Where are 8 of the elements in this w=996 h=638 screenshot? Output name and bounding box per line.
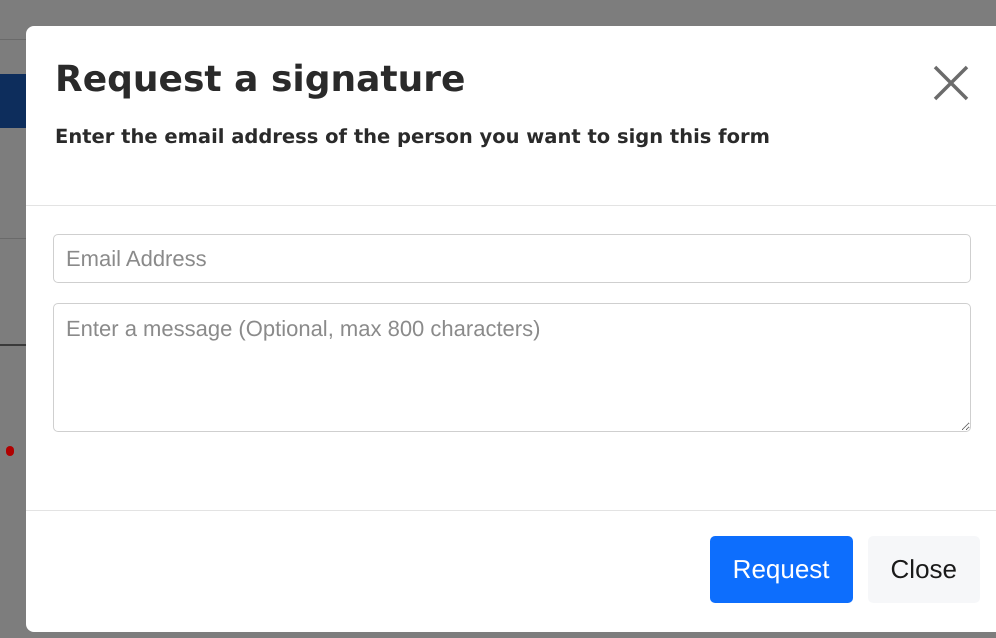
marker-icon xyxy=(6,446,14,456)
dialog-title: Request a signature xyxy=(55,58,466,102)
request-button[interactable]: Request xyxy=(710,536,853,603)
close-icon[interactable] xyxy=(932,64,970,102)
email-field[interactable]: Email Address xyxy=(53,234,971,283)
close-button[interactable]: Close xyxy=(868,536,980,603)
dialog-subtitle: Enter the email address of the person you want to sign this form xyxy=(55,124,771,150)
message-field[interactable]: Enter a message (Optional, max 800 characters) xyxy=(53,303,971,432)
